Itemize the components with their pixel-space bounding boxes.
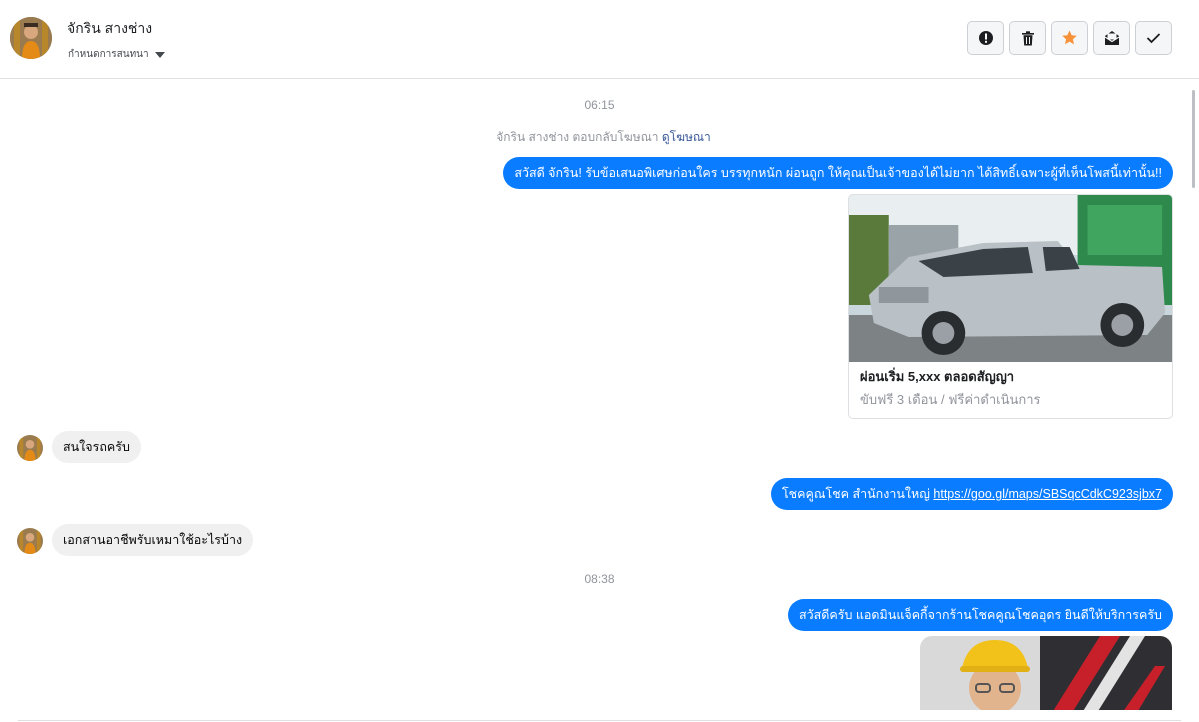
assign-conversation-dropdown[interactable]: กำหนดการสนทนา xyxy=(68,47,165,62)
mark-unread-button[interactable] xyxy=(1093,21,1130,55)
sender-avatar xyxy=(17,435,43,461)
trash-icon xyxy=(1021,30,1034,45)
mark-spam-button[interactable] xyxy=(967,21,1004,55)
caret-down-icon xyxy=(154,51,165,58)
incoming-message: เอกสานอาชีพรับเหมาใช้อะไรบ้าง xyxy=(52,524,254,556)
header-actions xyxy=(967,21,1172,55)
composer-divider xyxy=(18,720,1181,721)
alert-circle-icon xyxy=(978,31,993,45)
envelope-icon xyxy=(1104,31,1119,45)
message-thread[interactable]: 06:15 จักริน สางช่าง ตอบกลับโฆษณา ดูโฆษณ… xyxy=(0,80,1199,710)
worker-image[interactable] xyxy=(920,636,1172,710)
assign-label: กำหนดการสนทนา xyxy=(68,49,149,60)
view-ad-link[interactable]: ดูโฆษณา xyxy=(662,130,711,144)
mark-done-button[interactable] xyxy=(1135,21,1172,55)
card-title: ผ่อนเริ่ม 5,xxx ตลอดสัญญา xyxy=(860,369,1015,384)
contact-name: จักริน สางช่าง xyxy=(67,20,153,36)
message-text: โชคคูณโชค สำนักงานใหญ่ xyxy=(781,487,934,501)
star-button[interactable] xyxy=(1051,21,1088,55)
star-icon xyxy=(1062,30,1077,45)
timestamp: 08:38 xyxy=(584,572,615,586)
ad-card[interactable]: ผ่อนเริ่ม 5,xxx ตลอดสัญญา ขับฟรี 3 เดือน… xyxy=(848,194,1173,419)
ad-reply-text: จักริน สางช่าง ตอบกลับโฆษณา xyxy=(496,130,659,144)
card-subtitle: ขับฟรี 3 เดือน / ฟรีค่าดำเนินการ xyxy=(860,392,1041,407)
thread-scrollbar[interactable] xyxy=(1192,90,1195,188)
delete-button[interactable] xyxy=(1009,21,1046,55)
outgoing-message: โชคคูณโชค สำนักงานใหญ่ https://goo.gl/ma… xyxy=(770,478,1173,510)
outgoing-message: สวัสดี จักริน! รับข้อเสนอพิเศษก่อนใคร บร… xyxy=(503,157,1173,189)
sender-avatar xyxy=(17,528,43,554)
conversation-header: จักริน สางช่าง กำหนดการสนทนา xyxy=(0,0,1199,79)
contact-avatar[interactable] xyxy=(10,17,52,59)
map-link[interactable]: https://goo.gl/maps/SBSqcCdkC923sjbx7 xyxy=(933,487,1162,501)
ad-reply-notice: จักริน สางช่าง ตอบกลับโฆษณา ดูโฆษณา xyxy=(0,128,1199,147)
truck-image xyxy=(849,195,1172,362)
incoming-message: สนใจรถครับ xyxy=(52,431,141,463)
check-icon xyxy=(1146,33,1161,44)
timestamp: 06:15 xyxy=(584,98,615,112)
outgoing-message: สวัสดีครับ แอดมินแจ็คกี้จากร้านโชคคูณโชค… xyxy=(787,599,1173,631)
